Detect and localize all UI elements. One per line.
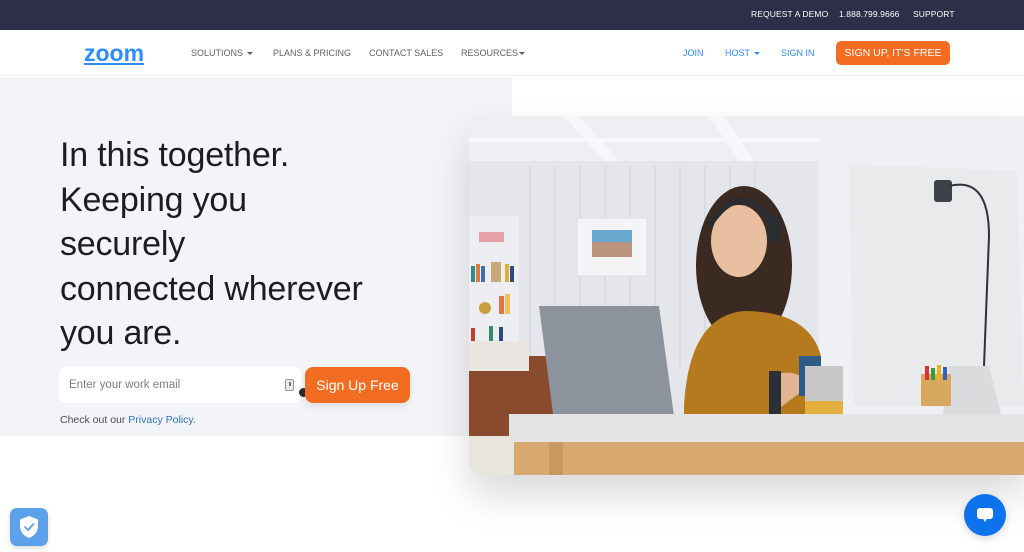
nav-resources[interactable]: RESOURCES (461, 48, 526, 58)
nav-plans-pricing[interactable]: PLANS & PRICING (273, 48, 351, 58)
main-navigation: zoom SOLUTIONS PLANS & PRICING CONTACT S… (0, 30, 1024, 76)
privacy-suffix: . (192, 414, 196, 426)
headline-line: you are. (60, 314, 182, 352)
chat-support-button[interactable] (964, 494, 1006, 536)
desk-top (509, 414, 1024, 444)
host-menu[interactable]: HOST (725, 48, 761, 58)
request-demo-link[interactable]: REQUEST A DEMO (751, 9, 828, 19)
headline-line: Keeping you (60, 180, 247, 219)
security-shield-button[interactable] (10, 508, 48, 546)
nav-resources-label: RESOURCES (461, 48, 519, 58)
nav-contact-sales[interactable]: CONTACT SALES (369, 48, 443, 58)
autofill-key-icon[interactable] (285, 379, 294, 391)
webcam (934, 180, 952, 202)
nav-solutions-label: SOLUTIONS (191, 48, 244, 58)
privacy-prefix: Check out our (60, 414, 129, 426)
email-field-container (59, 367, 301, 403)
chat-bubble-icon (977, 508, 993, 522)
headline-line: securely (60, 225, 186, 263)
desk-wood (509, 442, 1024, 475)
zoom-logo[interactable]: zoom (84, 40, 144, 67)
headline-line: In this together. (60, 136, 290, 174)
phone-stand (769, 371, 781, 421)
sign-up-free-button[interactable]: SIGN UP, IT'S FREE (836, 41, 950, 65)
shield-check-icon (20, 516, 38, 538)
hero-photo-illustration (469, 116, 1024, 475)
headline-line: connected wherever (60, 269, 363, 308)
pillow (469, 341, 529, 371)
laptop-screen (539, 306, 674, 421)
chevron-down-icon (754, 52, 761, 55)
work-email-input[interactable] (69, 367, 279, 403)
headset-earpiece (767, 216, 781, 242)
sign-up-free-cta-button[interactable]: Sign Up Free (305, 367, 410, 403)
chevron-down-icon (247, 52, 254, 55)
phone-number-link[interactable]: 1.888.799.9666 (839, 9, 900, 19)
chevron-down-icon (519, 52, 526, 55)
hero-headline: In this together. Keeping you securely c… (60, 133, 440, 356)
sign-in-link[interactable]: SIGN IN (781, 48, 815, 58)
privacy-note: Check out our Privacy Policy. (60, 414, 196, 426)
nav-solutions[interactable]: SOLUTIONS (191, 48, 254, 58)
join-link[interactable]: JOIN (683, 48, 704, 58)
host-label: HOST (725, 48, 751, 58)
rug (469, 436, 514, 475)
privacy-policy-link[interactable]: Privacy Policy (128, 414, 193, 426)
support-link[interactable]: SUPPORT (913, 9, 955, 19)
hero-photo (469, 116, 1024, 475)
top-utility-bar: REQUEST A DEMO 1.888.799.9666 SUPPORT (0, 0, 1024, 30)
